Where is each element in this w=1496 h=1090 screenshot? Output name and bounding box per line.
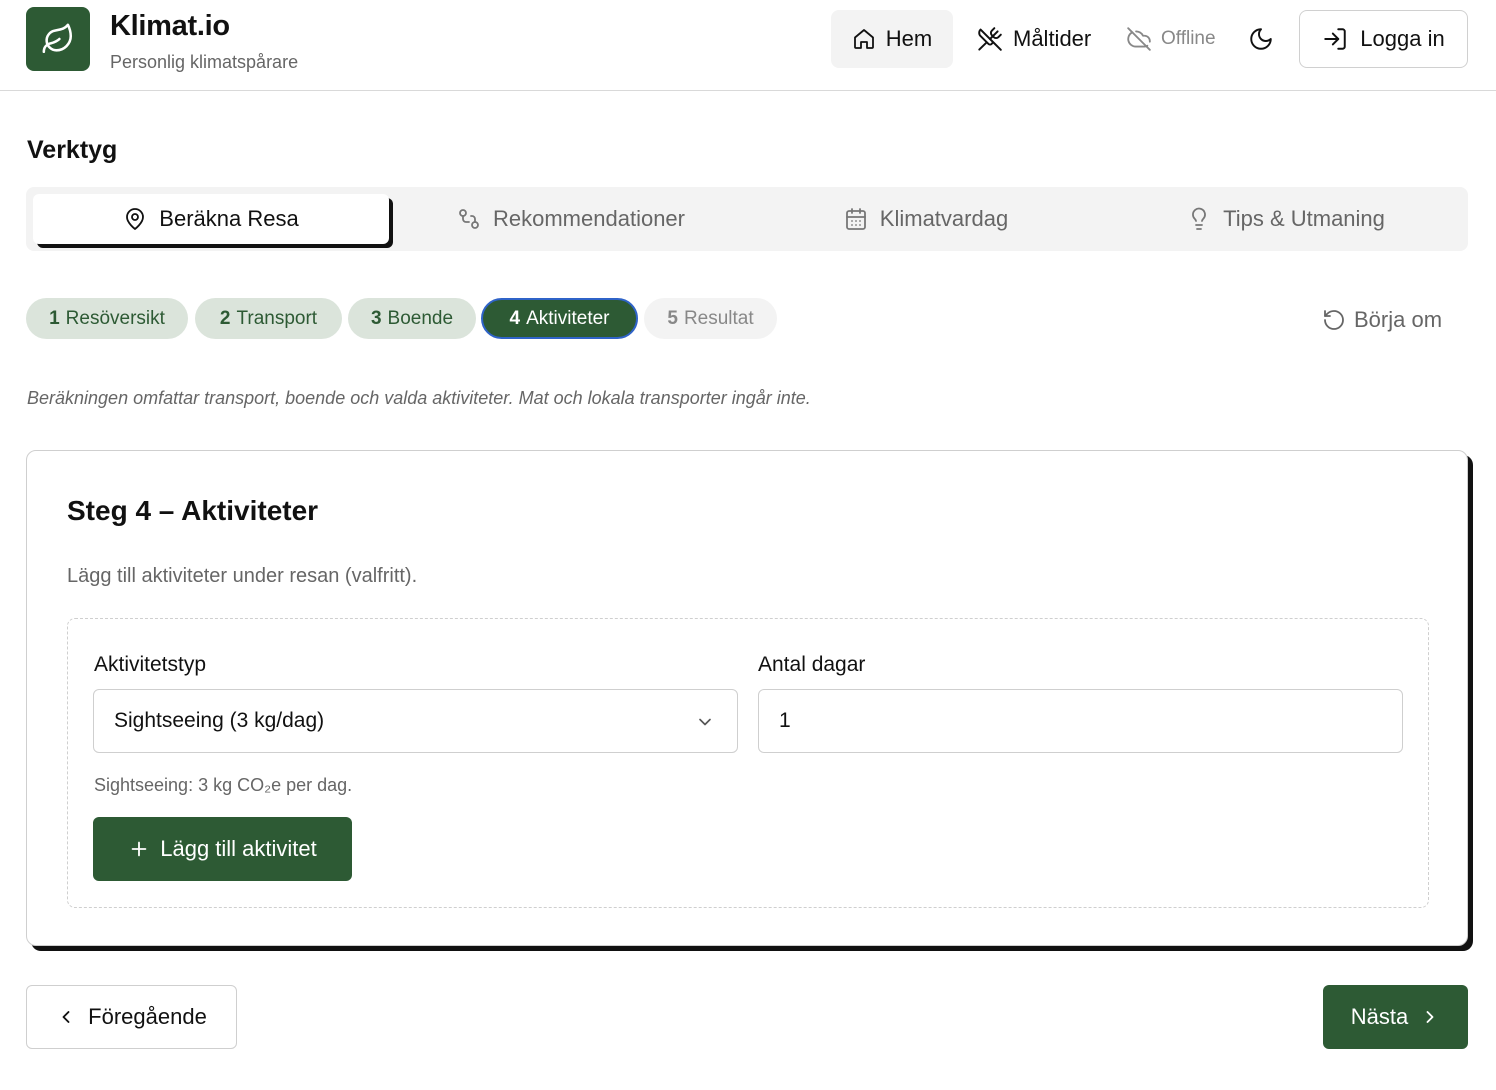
tab-climate-everyday[interactable]: Klimatvardag — [826, 194, 1026, 244]
plus-icon — [131, 841, 147, 857]
activity-type-select[interactable]: Sightseeing (3 kg/dag) — [93, 689, 738, 753]
step-number: 1 — [49, 307, 60, 329]
tab-recommendations[interactable]: Rekommendationer — [436, 194, 706, 244]
step-number: 2 — [219, 307, 231, 329]
next-label: Nästa — [1350, 1004, 1409, 1029]
previous-button[interactable]: Föregående — [26, 985, 237, 1049]
chevron-right-icon — [1426, 1011, 1434, 1023]
utensils-crossed-icon — [978, 27, 1002, 51]
tab-label: Klimatvardag — [879, 206, 1009, 231]
app-header: Klimat.io Personlig klimatspårare Hem Må… — [0, 0, 1496, 91]
previous-label: Föregående — [88, 1004, 207, 1029]
activity-hint: Sightseeing: 3 kg CO₂e per dag. — [94, 775, 353, 795]
moon-icon — [1250, 28, 1272, 50]
add-activity-button[interactable]: Lägg till aktivitet — [93, 817, 352, 881]
nav-home[interactable]: Hem — [831, 10, 953, 68]
login-button[interactable]: Logga in — [1299, 10, 1468, 68]
step-3[interactable]: 3 Boende — [348, 298, 476, 339]
brand-title: Klimat.io — [110, 10, 230, 42]
next-button[interactable]: Nästa — [1323, 985, 1468, 1049]
chevron-down-icon — [699, 718, 711, 726]
card-description: Lägg till aktiviteter under resan (valfr… — [67, 565, 418, 587]
days-input[interactable]: 1 — [758, 689, 1403, 753]
step-label: Resultat — [683, 307, 754, 329]
step-2[interactable]: 2 Transport — [195, 298, 342, 339]
tool-tabs: Beräkna Resa Rekommendationer Klimatvard… — [26, 187, 1468, 251]
nav-meals-label: Måltider — [1013, 26, 1092, 51]
nav-meals[interactable]: Måltider — [977, 10, 1091, 68]
days-label: Antal dagar — [758, 653, 866, 676]
step-number: 3 — [370, 307, 382, 329]
nav-home-label: Hem — [885, 26, 933, 51]
step-label: Transport — [236, 307, 318, 329]
step-number: 4 — [509, 307, 521, 329]
restart-button[interactable]: Börja om — [1322, 300, 1442, 340]
lightbulb-icon — [1192, 207, 1206, 230]
card-title: Steg 4 – Aktiviteter — [67, 495, 319, 526]
map-pin-icon — [126, 208, 145, 230]
step-1[interactable]: 1 Resöversikt — [26, 298, 188, 339]
leaf-icon — [42, 23, 73, 54]
step-label: Boende — [387, 307, 454, 329]
activity-type-label: Aktivitetstyp — [94, 653, 207, 676]
step-5[interactable]: 5 Resultat — [644, 298, 777, 339]
add-activity-label: Lägg till aktivitet — [160, 836, 317, 861]
tab-label: Tips & Utmaning — [1223, 206, 1385, 231]
step-label: Aktiviteter — [526, 307, 610, 329]
activity-form: Aktivitetstyp Antal dagar Sightseeing (3… — [67, 618, 1429, 908]
rotate-ccw-icon — [1324, 310, 1344, 330]
brand-subtitle: Personlig klimatspårare — [110, 52, 299, 72]
offline-status: Offline — [1126, 10, 1216, 68]
restart-label: Börja om — [1354, 307, 1443, 332]
step-label: Resöversikt — [65, 307, 165, 329]
days-value: 1 — [779, 709, 791, 732]
activities-card: Steg 4 – Aktiviteter Lägg till aktivitet… — [26, 450, 1468, 946]
section-title: Verktyg — [27, 136, 118, 164]
step-4[interactable]: 4 Aktiviteter — [481, 298, 638, 339]
tab-tips-challenge[interactable]: Tips & Utmaning — [1166, 194, 1406, 244]
login-label: Logga in — [1360, 26, 1445, 51]
cloud-off-icon — [1127, 27, 1151, 51]
calendar-icon — [845, 208, 866, 230]
route-icon — [459, 209, 479, 229]
tab-label: Beräkna Resa — [159, 206, 299, 231]
tab-calculate-trip[interactable]: Beräkna Resa — [33, 194, 389, 244]
tab-label: Rekommendationer — [493, 206, 685, 231]
home-icon — [853, 29, 874, 49]
log-in-icon — [1324, 28, 1347, 50]
logo[interactable] — [26, 7, 90, 71]
chevron-left-icon — [62, 1011, 70, 1023]
scope-note: Beräkningen omfattar transport, boende o… — [27, 388, 811, 408]
theme-toggle[interactable] — [1244, 22, 1278, 56]
offline-label: Offline — [1161, 28, 1216, 49]
activity-type-value: Sightseeing (3 kg/dag) — [114, 709, 325, 732]
step-number: 5 — [667, 307, 678, 329]
